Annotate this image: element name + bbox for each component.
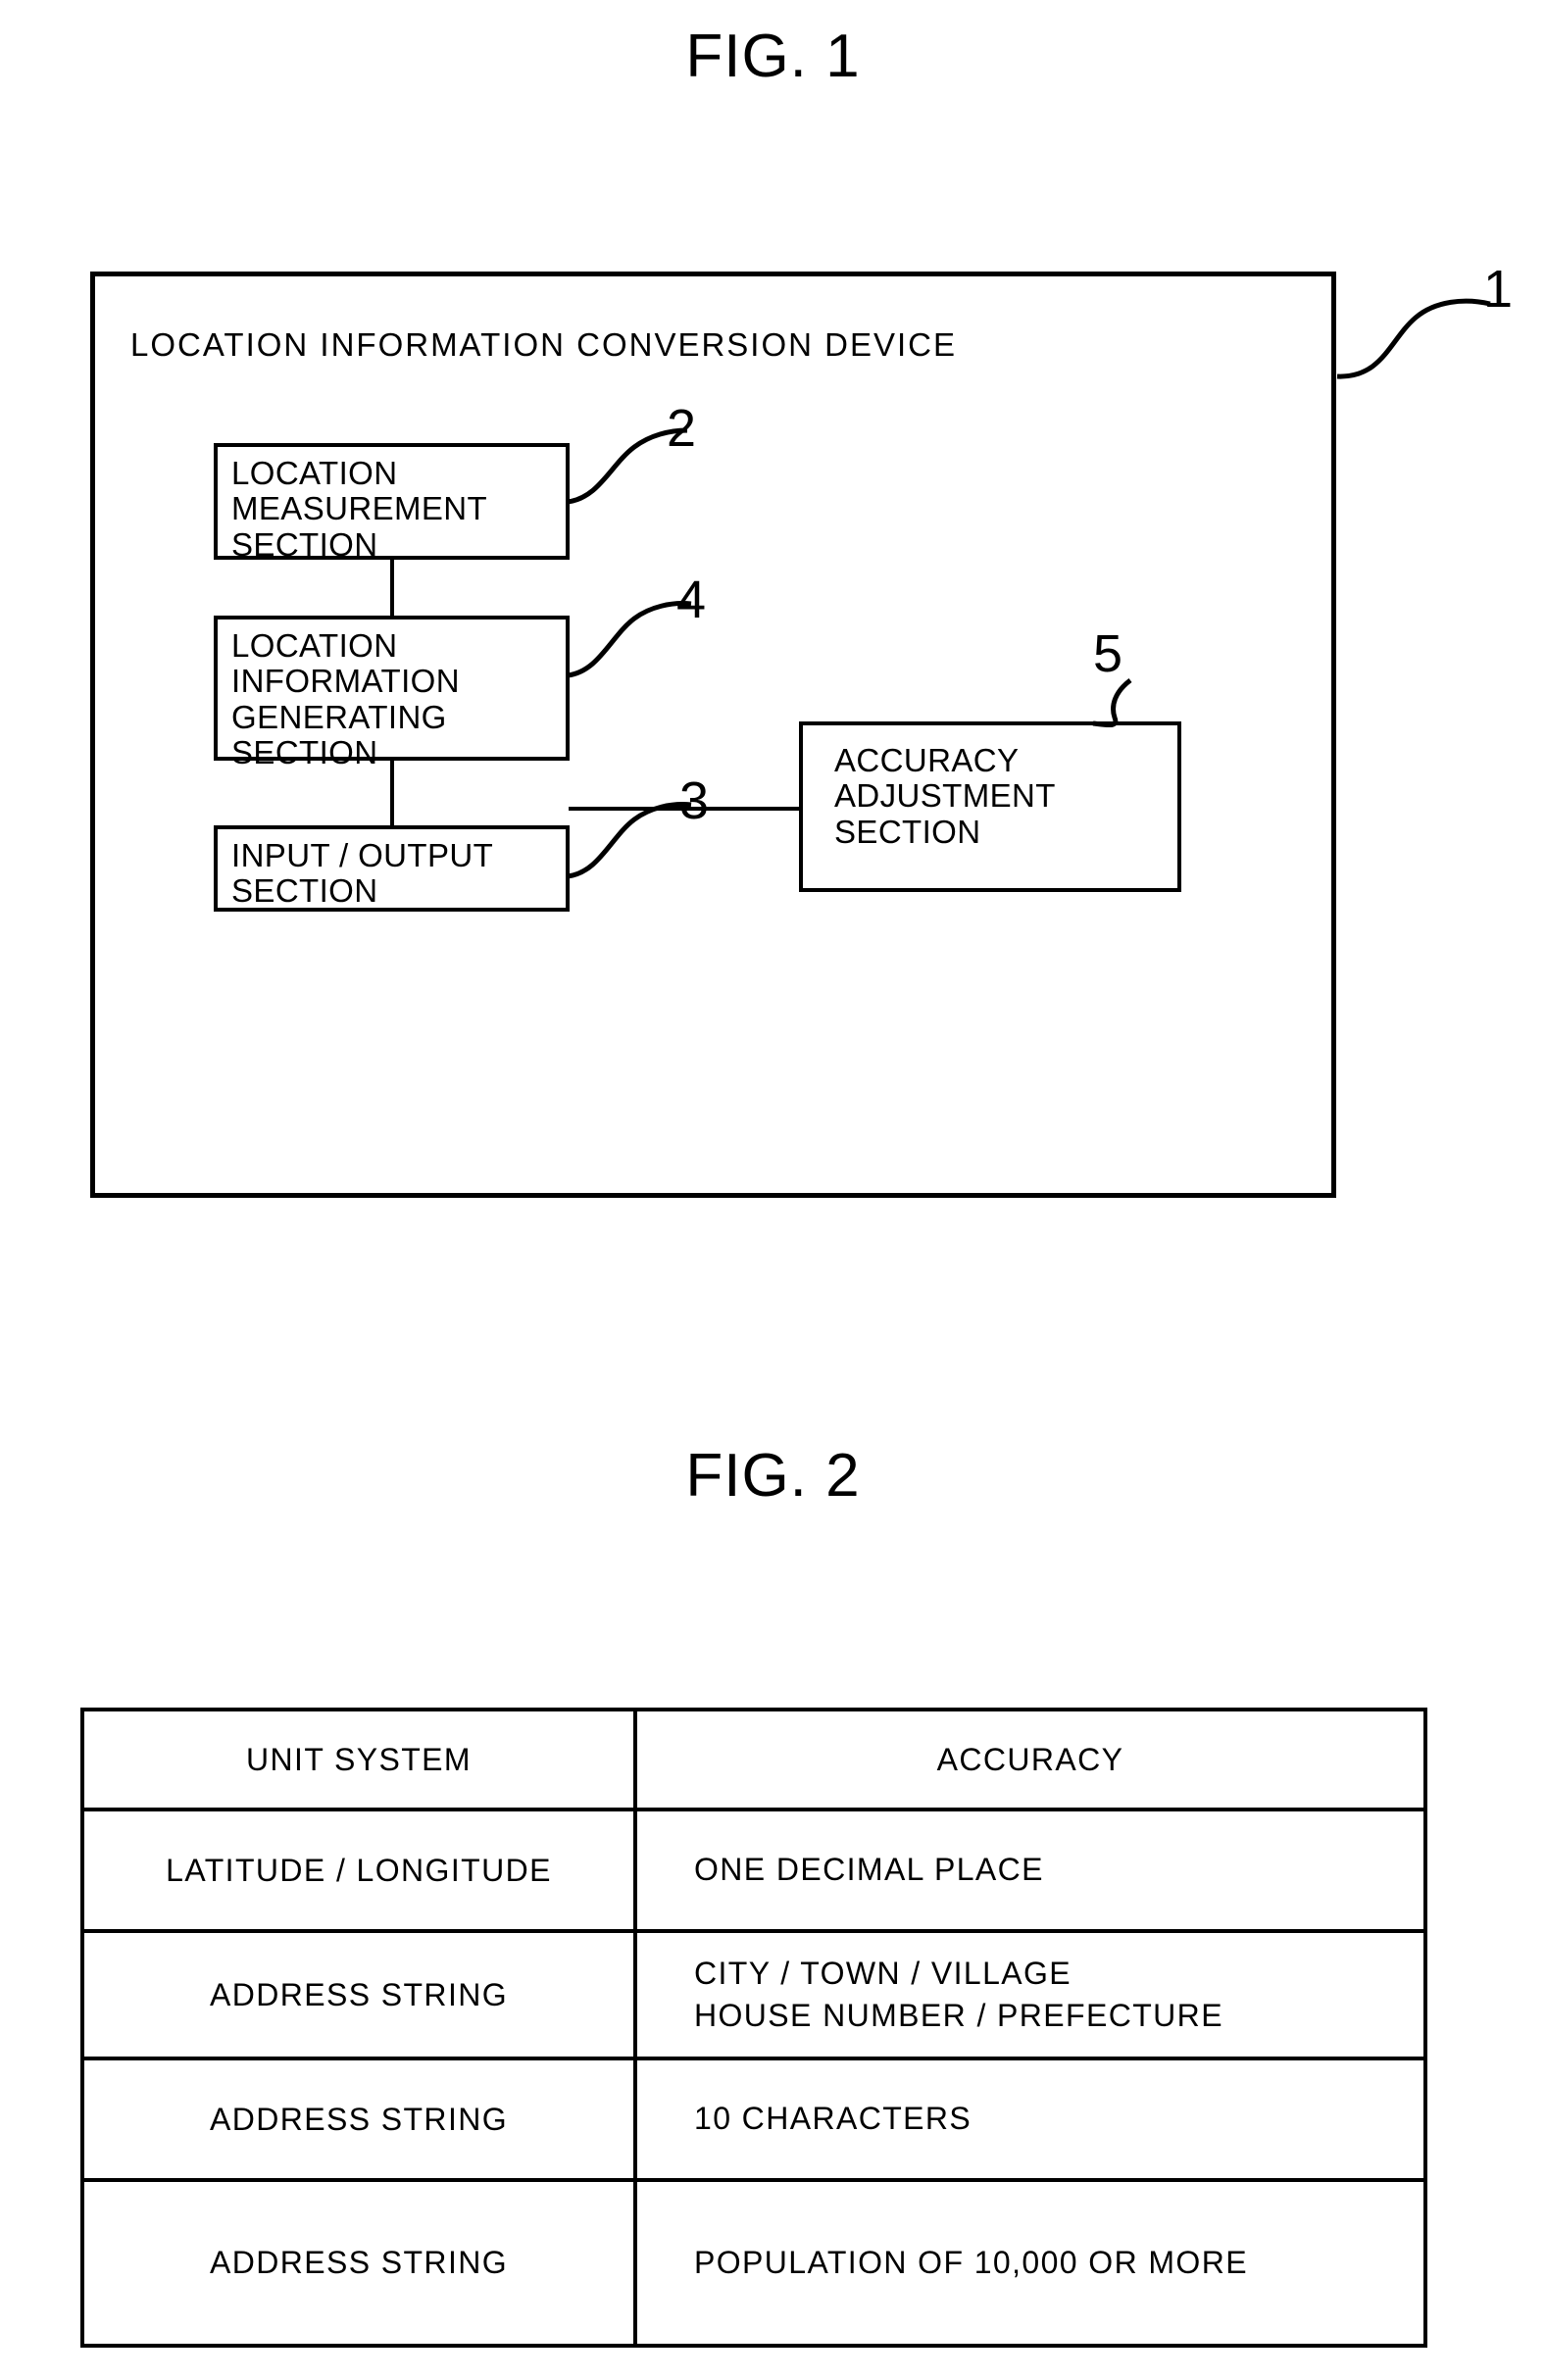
figure-2-title: FIG. 2 — [685, 1442, 861, 1510]
figure-1-title: FIG. 1 — [685, 23, 861, 90]
cell-accuracy-line: ONE DECIMAL PLACE — [694, 1852, 1044, 1888]
cell-accuracy: 10 CHARACTERS — [633, 2057, 1427, 2182]
device-box-label: LOCATION INFORMATION CONVERSION DEVICE — [130, 326, 958, 363]
block-line: SECTION — [231, 733, 378, 770]
leader-line-ref-1 — [1336, 298, 1491, 379]
block-input-output-section: INPUT / OUTPUT SECTION — [214, 825, 570, 912]
block-line: SECTION — [231, 872, 378, 910]
cell-accuracy-line: POPULATION OF 10,000 OR MORE — [694, 2244, 1248, 2280]
connector-line-generating-to-input-output — [390, 760, 394, 826]
reference-numeral-4: 4 — [676, 570, 707, 629]
reference-numeral-3: 3 — [679, 771, 710, 830]
cell-unit-system: ADDRESS STRING — [80, 2178, 637, 2348]
patent-figure-sheet: FIG. 1 LOCATION INFORMATION CONVERSION D… — [0, 0, 1546, 2380]
cell-accuracy: CITY / TOWN / VILLAGE HOUSE NUMBER / PRE… — [633, 1929, 1427, 2060]
table-row: ADDRESS STRING CITY / TOWN / VILLAGE HOU… — [80, 1929, 1427, 2060]
cell-accuracy: ONE DECIMAL PLACE — [633, 1808, 1427, 1933]
table-row: ADDRESS STRING 10 CHARACTERS — [80, 2057, 1427, 2182]
column-header-accuracy: ACCURACY — [633, 1708, 1427, 1811]
cell-accuracy-line: HOUSE NUMBER / PREFECTURE — [694, 1998, 1223, 2033]
block-line: SECTION — [231, 525, 378, 563]
block-line: INPUT / OUTPUT — [231, 837, 494, 873]
connector-line-measurement-to-generating — [390, 559, 394, 617]
cell-accuracy-line: 10 CHARACTERS — [694, 2101, 972, 2137]
block-line: MEASUREMENT — [231, 490, 488, 527]
block-line: GENERATING — [231, 698, 447, 735]
block-accuracy-adjustment-section: ACCURACY ADJUSTMENT SECTION — [799, 721, 1181, 892]
block-line: ADJUSTMENT — [834, 777, 1056, 815]
reference-numeral-2: 2 — [667, 399, 697, 458]
table-row: ADDRESS STRING POPULATION OF 10,000 OR M… — [80, 2178, 1427, 2348]
cell-accuracy: POPULATION OF 10,000 OR MORE — [633, 2178, 1427, 2348]
cell-unit-system: ADDRESS STRING — [80, 2057, 637, 2182]
cell-unit-system: ADDRESS STRING — [80, 1929, 637, 2060]
table-row: LATITUDE / LONGITUDE ONE DECIMAL PLACE — [80, 1808, 1427, 1933]
cell-accuracy-line: CITY / TOWN / VILLAGE — [694, 1955, 1072, 1991]
block-location-measurement-section: LOCATION MEASUREMENT SECTION — [214, 443, 570, 563]
cell-unit-system: LATITUDE / LONGITUDE — [80, 1808, 637, 1933]
block-location-information-generating-section: LOCATION INFORMATION GENERATING SECTION — [214, 616, 570, 770]
unit-system-accuracy-table: UNIT SYSTEM ACCURACY LATITUDE / LONGITUD… — [80, 1708, 1427, 2348]
block-line: INFORMATION — [231, 663, 460, 700]
block-line: ACCURACY — [834, 742, 1020, 778]
column-header-unit-system: UNIT SYSTEM — [80, 1708, 637, 1811]
block-line: LOCATION — [231, 627, 398, 664]
table-header-row: UNIT SYSTEM ACCURACY — [80, 1708, 1427, 1811]
reference-numeral-1: 1 — [1483, 260, 1514, 319]
block-line: SECTION — [834, 813, 981, 850]
reference-numeral-5: 5 — [1093, 624, 1123, 683]
block-line: LOCATION — [231, 455, 398, 491]
